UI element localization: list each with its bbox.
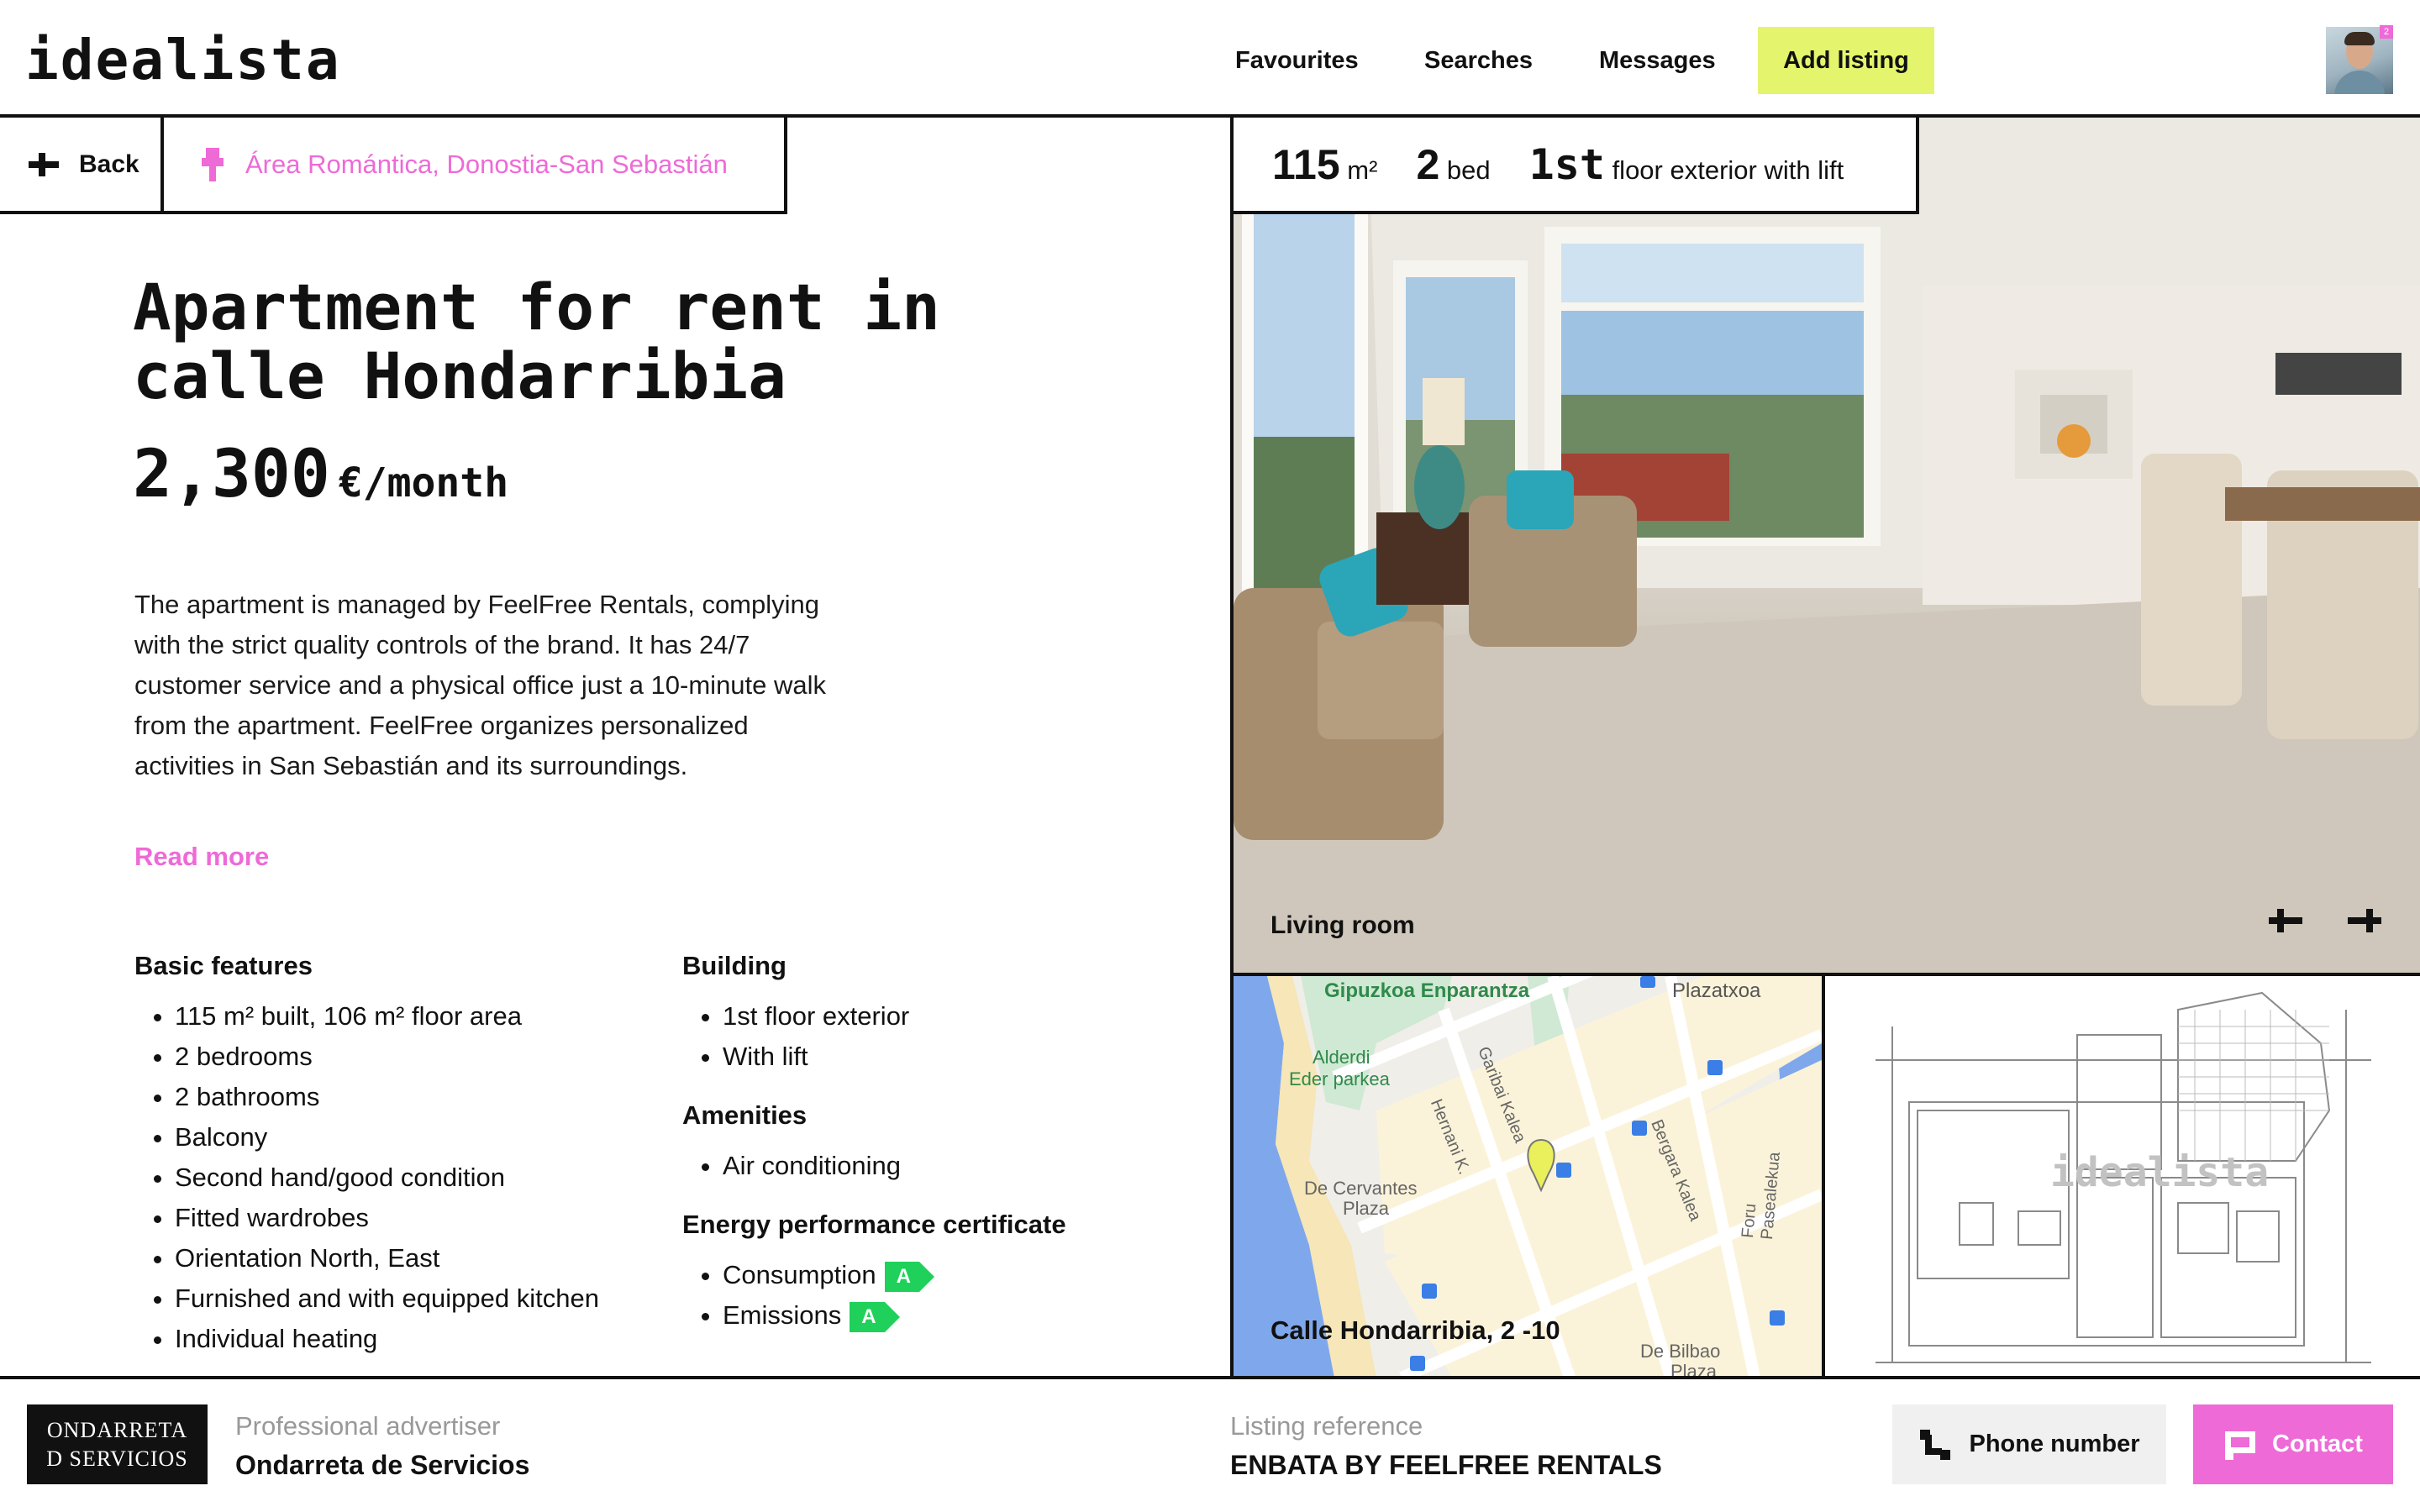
energy-rating-badge: A (884, 1261, 935, 1292)
previous-photo-button[interactable] (2262, 897, 2309, 944)
floor-plan-watermark: idealista (2050, 1149, 2270, 1196)
nav-favourites[interactable]: Favourites (1235, 44, 1359, 77)
idealista-logo[interactable]: idealista (25, 27, 341, 94)
building-list: 1st floor exterior With lift (682, 996, 1203, 1077)
listing-stats-bar: 115 m² 2 bed 1st floor exterior with lif… (1230, 118, 1919, 214)
price-unit: €/month (338, 459, 509, 507)
next-photo-button[interactable] (2341, 897, 2388, 944)
map-label: De Bilbao (1640, 1341, 1721, 1362)
basic-features-list: 115 m² built, 106 m² floor area 2 bedroo… (134, 996, 655, 1359)
listing-photo[interactable] (1234, 118, 2420, 974)
location-breadcrumb[interactable]: Área Romántica, Donostia-San Sebastián (164, 118, 787, 214)
floor-stat: 1st floor exterior with lift (1528, 139, 1844, 189)
living-room-illustration (1234, 118, 2420, 974)
footer-divider (0, 1376, 2420, 1379)
map-label: Gipuzkoa Enparantza (1324, 979, 1530, 1002)
energy-consumption-item: ConsumptionA (723, 1255, 1203, 1295)
back-label: Back (79, 150, 139, 178)
listing-description: The apartment is managed by FeelFree Ren… (134, 590, 827, 780)
photo-caption: Living room (1270, 911, 1415, 939)
back-button[interactable]: Back (0, 118, 164, 214)
add-listing-button[interactable]: Add listing (1758, 27, 1934, 94)
contact-label: Contact (2272, 1431, 2363, 1457)
map-label: Eder parkea (1289, 1068, 1390, 1089)
chat-icon (2225, 1431, 2256, 1460)
feature-item: 2 bedrooms (175, 1037, 655, 1077)
phone-number-button[interactable]: Phone number (1892, 1404, 2166, 1484)
location-label: Área Romántica, Donostia-San Sebastián (245, 149, 728, 179)
energy-list: ConsumptionA EmissionsA (682, 1255, 1203, 1336)
feature-item: Orientation North, East (175, 1238, 655, 1278)
advertiser-logo[interactable]: ONDARRETA D SERVICIOS (27, 1404, 208, 1484)
nav-messages[interactable]: Messages (1599, 44, 1716, 77)
amenities-title: Amenities (682, 1100, 808, 1130)
map-label: Plazatxoa (1672, 979, 1761, 1002)
feature-item: Air conditioning (723, 1146, 1203, 1186)
phone-number-label: Phone number (1969, 1431, 2140, 1457)
map-label: Alderdi (1313, 1047, 1370, 1068)
map-label: Plaza (1343, 1198, 1390, 1219)
feature-item: 115 m² built, 106 m² floor area (175, 996, 655, 1037)
feature-item: With lift (723, 1037, 1203, 1077)
map-label: De Cervantes (1304, 1178, 1418, 1199)
energy-title: Energy performance certificate (682, 1210, 1066, 1239)
nav-searches[interactable]: Searches (1424, 44, 1533, 77)
top-bar (0, 0, 2420, 118)
advertiser-role: Professional advertiser (235, 1411, 501, 1441)
advertiser-name[interactable]: Ondarreta de Servicios (235, 1450, 529, 1481)
basic-features-section: Basic features 115 m² built, 106 m² floo… (134, 949, 655, 1359)
feature-item: Balcony (175, 1117, 655, 1158)
feature-item: Second hand/good condition (175, 1158, 655, 1198)
notification-badge: 2 (2380, 25, 2393, 39)
map-label: Plaza (1670, 1361, 1718, 1378)
building-section: Building 1st floor exterior With lift Am… (682, 949, 1203, 1336)
floor-plan[interactable]: idealista (1825, 976, 2420, 1378)
arrow-right-icon (2348, 909, 2381, 932)
reference-label: Listing reference (1230, 1411, 1423, 1441)
building-title: Building (682, 951, 786, 980)
back-arrow-icon (29, 152, 59, 176)
phone-icon (1920, 1429, 1951, 1460)
pin-icon (202, 147, 224, 181)
beds-stat: 2 bed (1416, 140, 1491, 188)
price-value: 2,300 (133, 437, 330, 512)
read-more-link[interactable]: Read more (134, 842, 269, 872)
energy-emissions-item: EmissionsA (723, 1295, 1203, 1336)
contact-button[interactable]: Contact (2193, 1404, 2393, 1484)
amenities-list: Air conditioning (682, 1146, 1203, 1186)
map-address: Calle Hondarribia, 2 -10 (1270, 1315, 1560, 1345)
feature-item: Individual heating (175, 1319, 655, 1359)
area-stat: 115 m² (1272, 140, 1378, 188)
energy-rating-badge: A (850, 1301, 901, 1332)
basic-features-title: Basic features (134, 951, 313, 980)
feature-item: 2 bathrooms (175, 1077, 655, 1117)
feature-item: 1st floor exterior (723, 996, 1203, 1037)
feature-item: Fitted wardrobes (175, 1198, 655, 1238)
reference-value: ENBATA BY FEELFREE RENTALS (1230, 1450, 1662, 1480)
listing-title: Apartment for rent in calle Hondarribia (133, 270, 940, 413)
listing-price: 2,300 €/month (133, 437, 508, 521)
feature-item: Furnished and with equipped kitchen (175, 1278, 655, 1319)
arrow-left-icon (2269, 909, 2302, 932)
